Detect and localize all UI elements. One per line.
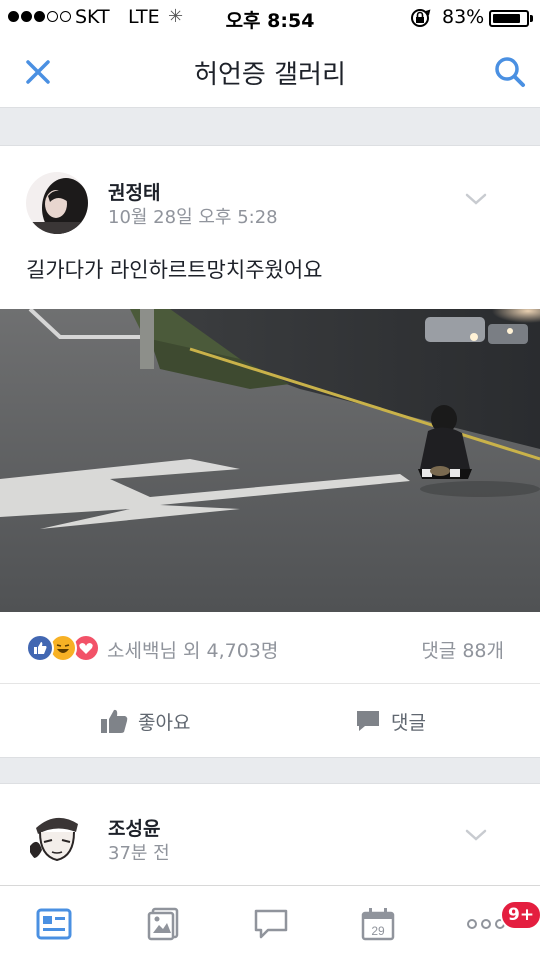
divider <box>0 683 540 684</box>
bottom-tab-bar: 29 9+ <box>0 885 540 960</box>
close-icon[interactable] <box>22 56 54 88</box>
like-button[interactable]: 좋아요 <box>100 698 190 744</box>
message-icon <box>254 909 288 939</box>
thumbs-up-icon <box>101 709 128 733</box>
post-photo[interactable] <box>0 309 540 612</box>
chevron-down-icon[interactable] <box>464 191 488 207</box>
tab-newsfeed[interactable] <box>34 904 74 944</box>
post-timestamp[interactable]: 37분 전 <box>108 839 170 865</box>
like-button-label: 좋아요 <box>138 711 191 734</box>
post-card: 조성윤 37분 전 <box>0 783 540 893</box>
newsfeed-icon <box>36 908 72 940</box>
author-name[interactable]: 권정태 <box>108 178 160 205</box>
chevron-down-icon[interactable] <box>464 827 488 843</box>
photos-icon <box>147 907 179 941</box>
avatar[interactable] <box>26 172 88 234</box>
battery-percent: 83% <box>442 6 485 28</box>
comment-button[interactable]: 댓글 <box>355 698 426 744</box>
post-text: 길가다가 라인하르트망치주웠어요 <box>26 258 323 282</box>
like-reaction-icon <box>26 634 54 662</box>
calendar-day: 29 <box>371 924 385 938</box>
reaction-icons[interactable] <box>26 634 100 662</box>
profile-photo-icon <box>26 172 88 234</box>
group-header: 허언증 갤러리 <box>0 36 540 108</box>
comment-count[interactable]: 댓글 88개 <box>421 636 504 663</box>
profile-drawing-icon <box>26 806 88 868</box>
tab-messages[interactable] <box>251 904 291 944</box>
comment-button-label: 댓글 <box>391 711 426 734</box>
author-name[interactable]: 조성윤 <box>108 814 160 841</box>
avatar[interactable] <box>26 806 88 868</box>
post-timestamp[interactable]: 10월 28일 오후 5:28 <box>108 203 278 229</box>
tab-events[interactable]: 29 <box>358 904 398 944</box>
reaction-summary[interactable]: 소세백님 외 4,703명 <box>107 636 278 663</box>
calendar-icon: 29 <box>361 908 395 941</box>
battery-level-fill <box>493 14 520 23</box>
battery-tip <box>530 15 533 22</box>
status-bar: SKT LTE ✳ 오후 8:54 83% <box>0 0 540 36</box>
notification-badge[interactable]: 9+ <box>500 900 540 930</box>
rotation-lock-icon <box>411 9 431 27</box>
search-icon[interactable] <box>492 54 528 90</box>
post-card: 권정태 10월 28일 오후 5:28 길가다가 라인하르트망치주웠어요 소세백… <box>0 145 540 758</box>
tab-photos[interactable] <box>143 904 183 944</box>
battery-icon <box>489 10 529 27</box>
page-title: 허언증 갤러리 <box>194 60 346 90</box>
comment-icon <box>357 711 379 731</box>
